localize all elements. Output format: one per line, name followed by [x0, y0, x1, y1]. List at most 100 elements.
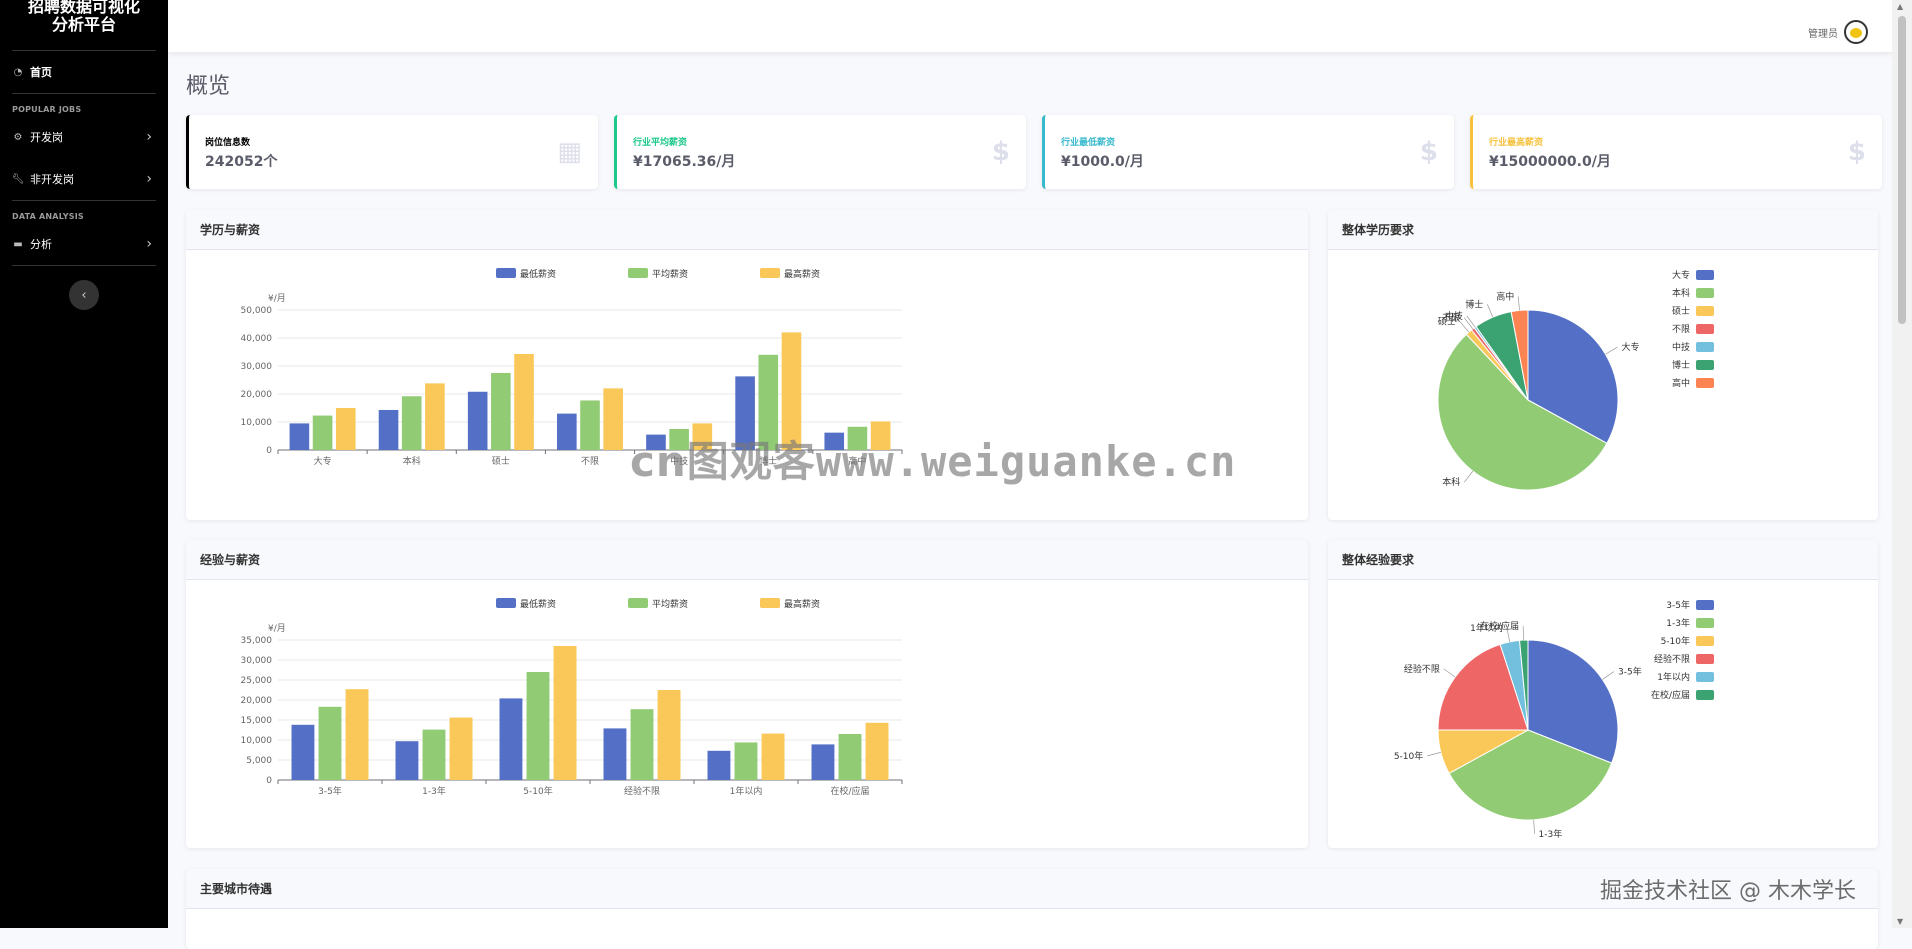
bar [811, 744, 835, 780]
pie-label-line [1486, 304, 1494, 318]
legend-label: 在校/应届 [1651, 689, 1690, 701]
edu-pie-chart: 大专本科硕士不限中技博士高中大专本科硕士不限中技博士高中 [1437, 269, 1714, 491]
chevron-right-icon: › [146, 129, 152, 145]
chevron-left-icon: ‹ [81, 287, 87, 303]
bar [291, 724, 315, 780]
scroll-down-icon[interactable]: ▼ [1897, 917, 1903, 926]
legend-swatch [1696, 636, 1714, 646]
legend-label: 经验不限 [1654, 653, 1690, 665]
bar [312, 415, 333, 450]
bar [657, 690, 681, 780]
watermark-url: www.weiguanke.cn [815, 437, 1237, 486]
pie-label: 1-3年 [1539, 828, 1563, 840]
folder-icon: ▬ [13, 238, 23, 250]
sidebar-item-label: 首页 [30, 66, 52, 79]
legend-label: 硕士 [1672, 305, 1690, 317]
sidebar-item-nondev[interactable]: 🔧︎ 非开发岗 › [0, 158, 168, 200]
sidebar-item-label: 分析 [30, 238, 52, 251]
dashboard-icon: ◔ [13, 66, 23, 78]
x-tick-label: 在校/应届 [830, 785, 869, 797]
stat-card: 岗位信息数 242052个 ▦ [186, 115, 598, 189]
bar [395, 741, 419, 780]
chevron-right-icon: › [146, 171, 152, 187]
stat-card: 行业最高薪资 ¥15000000.0/月 $ [1470, 115, 1882, 189]
pie-label-line [1427, 752, 1441, 757]
stat-value: ¥15000000.0/月 [1489, 154, 1611, 170]
y-tick-label: 10,000 [241, 736, 273, 746]
legend-label: 高中 [1672, 377, 1690, 389]
legend-swatch [1696, 288, 1714, 298]
legend-label: 5-10年 [1661, 635, 1690, 647]
pie-label-line [1517, 296, 1520, 311]
bar [838, 734, 862, 780]
legend-swatch [1696, 270, 1714, 280]
watermark-corner: 掘金技术社区 @ 木木学长 [1600, 879, 1856, 904]
x-tick-label: 1年以内 [730, 785, 763, 797]
brand-line1: 招聘数据可视化 [27, 0, 140, 16]
bar [553, 646, 577, 780]
topbar: 管理员 [168, 0, 1892, 52]
pie-label: 在校/应届 [1480, 620, 1519, 632]
legend-label: 大专 [1672, 269, 1690, 281]
chevron-right-icon: › [146, 236, 152, 252]
watermark-prefix: cn图观客 [630, 437, 816, 486]
y-tick-label: 30,000 [241, 656, 273, 666]
x-tick-label: 1-3年 [422, 785, 446, 797]
bar [318, 706, 342, 780]
legend-swatch [1696, 378, 1714, 388]
pie-label-line [1443, 668, 1456, 678]
y-tick-label: 40,000 [241, 334, 273, 344]
panel-title: 学历与薪资 [186, 210, 1308, 250]
scrollbar-thumb[interactable] [1898, 16, 1906, 324]
watermark-center: cn图观客www.weiguanke.cn [630, 428, 1236, 489]
legend-swatch [1696, 672, 1714, 682]
legend-label: 1-3年 [1666, 617, 1690, 629]
pie-label-line [1466, 315, 1476, 328]
x-tick-label: 3-5年 [318, 785, 342, 797]
sidebar-heading: POPULAR JOBS [12, 105, 82, 114]
sidebar-toggle-button[interactable]: ‹ [69, 280, 99, 310]
sidebar-item-label: 开发岗 [30, 131, 63, 144]
page-title: 概览 [186, 74, 231, 99]
y-tick-label: 30,000 [241, 362, 273, 372]
sidebar-item-dev[interactable]: ⚙ 开发岗 › [0, 116, 168, 158]
dollar-icon: $ [1847, 137, 1866, 167]
pie-label: 经验不限 [1404, 663, 1440, 675]
bar [499, 698, 523, 780]
x-tick-label: 不限 [581, 456, 599, 467]
stat-label: 岗位信息数 [205, 138, 251, 148]
bar [422, 729, 446, 780]
wrench-icon: 🔧︎ [11, 173, 25, 185]
legend-swatch [1696, 600, 1714, 610]
bar [335, 408, 356, 450]
stat-card: 行业最低薪资 ¥1000.0/月 $ [1042, 115, 1454, 189]
legend-label: 最高薪资 [784, 598, 820, 610]
sidebar-divider [12, 265, 156, 266]
scroll-up-icon[interactable]: ▲ [1897, 2, 1903, 11]
avatar [1844, 20, 1868, 44]
stat-value: 242052个 [205, 154, 278, 170]
legend-swatch [760, 598, 780, 608]
brand[interactable]: 招聘数据可视化 分析平台 [0, 0, 168, 50]
stat-value: ¥1000.0/月 [1061, 154, 1144, 170]
user-menu[interactable]: 管理员 [1808, 20, 1868, 44]
sidebar-item-analysis[interactable]: ▬ 分析 › [0, 223, 168, 265]
pie-label: 本科 [1442, 476, 1460, 488]
legend-label: 3-5年 [1666, 599, 1690, 611]
pie-label-line [1522, 626, 1525, 641]
pie-label-line [1463, 470, 1474, 483]
legend-swatch [1696, 360, 1714, 370]
bar [449, 717, 473, 780]
y-tick-label: 25,000 [241, 676, 273, 686]
y-tick-label: 35,000 [241, 636, 273, 646]
pie-label: 高中 [1496, 290, 1514, 302]
legend-label: 最高薪资 [784, 268, 820, 280]
bar [289, 423, 310, 450]
pie-label-line [1602, 671, 1615, 680]
bar [345, 689, 369, 780]
scrollbar[interactable]: ▲ ▼ [1892, 0, 1912, 928]
sidebar-item-home[interactable]: ◔ 首页 [0, 51, 168, 93]
pie-label: 5-10年 [1394, 750, 1423, 762]
y-tick-label: 50,000 [241, 306, 273, 316]
y-tick-label: 0 [266, 776, 272, 786]
